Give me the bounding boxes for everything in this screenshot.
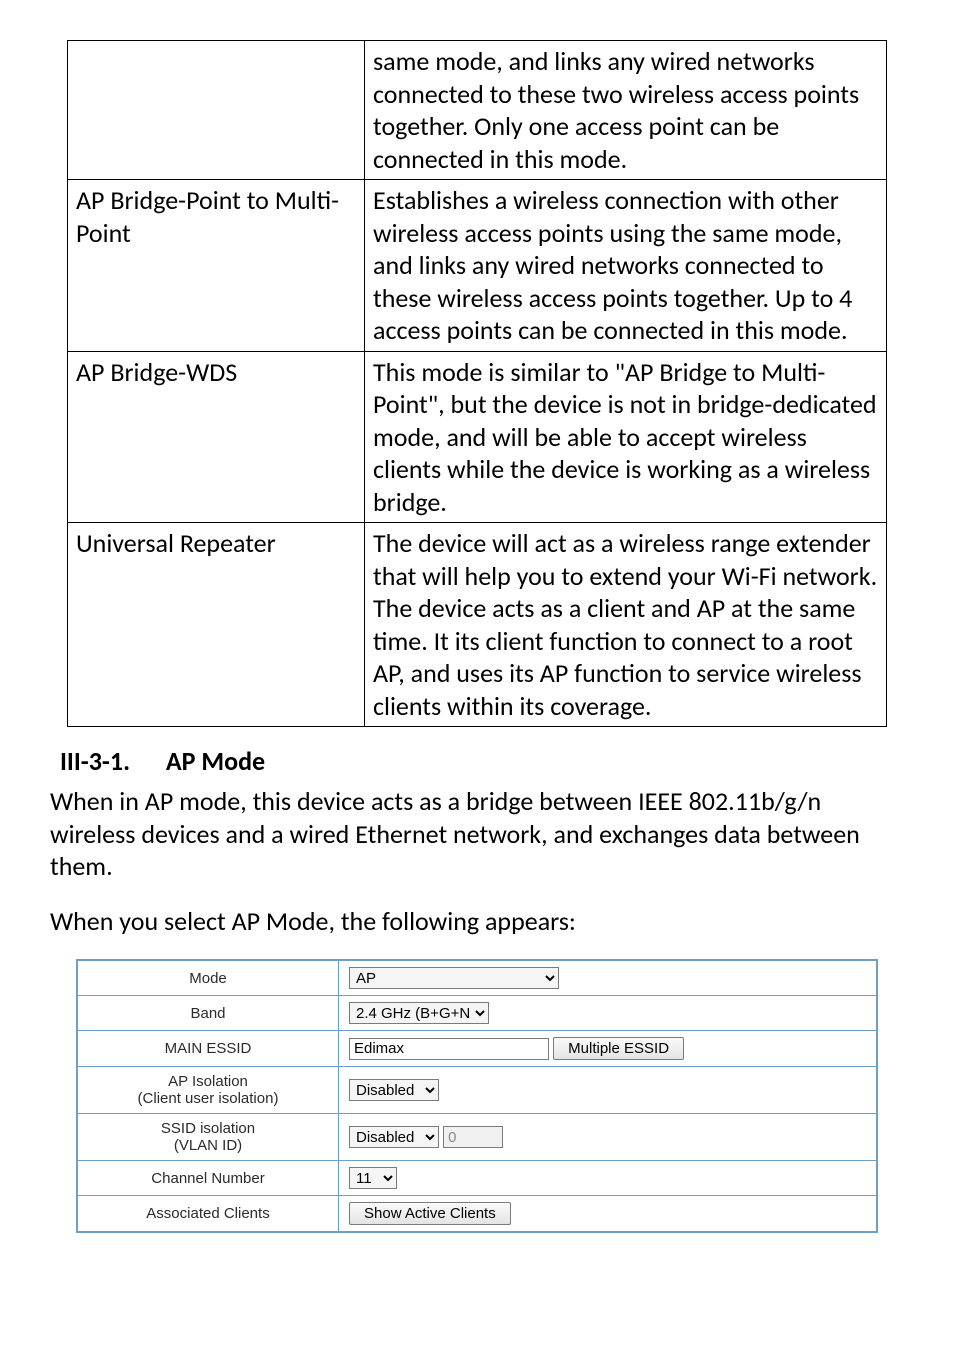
channel-select[interactable]: 11 <box>349 1167 397 1189</box>
ref-desc: This mode is similar to "AP Bridge to Mu… <box>365 351 887 523</box>
body-paragraph: When you select AP Mode, the following a… <box>50 905 894 938</box>
body-paragraph: When in AP mode, this device acts as a b… <box>50 785 894 883</box>
ssid-isolation-label-line1: SSID isolation <box>88 1120 328 1137</box>
ap-isolation-select[interactable]: Disabled <box>349 1079 439 1101</box>
ap-isolation-label-line2: (Client user isolation) <box>88 1090 328 1107</box>
table-row: Universal Repeater The device will act a… <box>68 523 887 727</box>
ref-label: Universal Repeater <box>68 523 365 727</box>
settings-row-band: Band 2.4 GHz (B+G+N) <box>78 996 877 1031</box>
mode-select[interactable]: AP <box>349 967 559 989</box>
ref-desc: Establishes a wireless connection with o… <box>365 180 887 352</box>
table-row: AP Bridge-Point to Multi-Point Establish… <box>68 180 887 352</box>
settings-panel: Mode AP Band 2.4 GHz (B+G+N) MAIN ESSID <box>76 959 878 1233</box>
multiple-essid-button[interactable]: Multiple ESSID <box>553 1037 684 1060</box>
ap-isolation-label-line1: AP Isolation <box>88 1073 328 1090</box>
section-title: AP Mode <box>166 745 265 777</box>
ref-label <box>68 41 365 180</box>
table-row: AP Bridge-WDS This mode is similar to "A… <box>68 351 887 523</box>
settings-row-mode: Mode AP <box>78 961 877 996</box>
section-number: III-3-1. <box>60 745 160 777</box>
main-essid-input[interactable] <box>349 1038 549 1060</box>
settings-row-main-essid: MAIN ESSID Multiple ESSID <box>78 1031 877 1067</box>
settings-row-ssid-isolation: SSID isolation (VLAN ID) Disabled <box>78 1114 877 1161</box>
settings-row-channel: Channel Number 11 <box>78 1161 877 1196</box>
band-select[interactable]: 2.4 GHz (B+G+N) <box>349 1002 489 1024</box>
main-essid-label: MAIN ESSID <box>78 1031 339 1067</box>
ref-desc: same mode, and links any wired networks … <box>365 41 887 180</box>
table-row: same mode, and links any wired networks … <box>68 41 887 180</box>
ssid-isolation-select[interactable]: Disabled <box>349 1126 439 1148</box>
band-label: Band <box>78 996 339 1031</box>
associated-clients-label: Associated Clients <box>78 1196 339 1232</box>
ref-desc: The device will act as a wireless range … <box>365 523 887 727</box>
ssid-isolation-label-line2: (VLAN ID) <box>88 1137 328 1154</box>
vlan-id-input[interactable] <box>443 1126 503 1148</box>
ref-label: AP Bridge-WDS <box>68 351 365 523</box>
section-heading: III-3-1. AP Mode <box>60 745 904 777</box>
reference-table: same mode, and links any wired networks … <box>67 40 887 727</box>
ref-label: AP Bridge-Point to Multi-Point <box>68 180 365 352</box>
settings-row-ap-isolation: AP Isolation (Client user isolation) Dis… <box>78 1067 877 1114</box>
channel-label: Channel Number <box>78 1161 339 1196</box>
mode-label: Mode <box>78 961 339 996</box>
settings-row-assoc-clients: Associated Clients Show Active Clients <box>78 1196 877 1232</box>
show-active-clients-button[interactable]: Show Active Clients <box>349 1202 511 1225</box>
